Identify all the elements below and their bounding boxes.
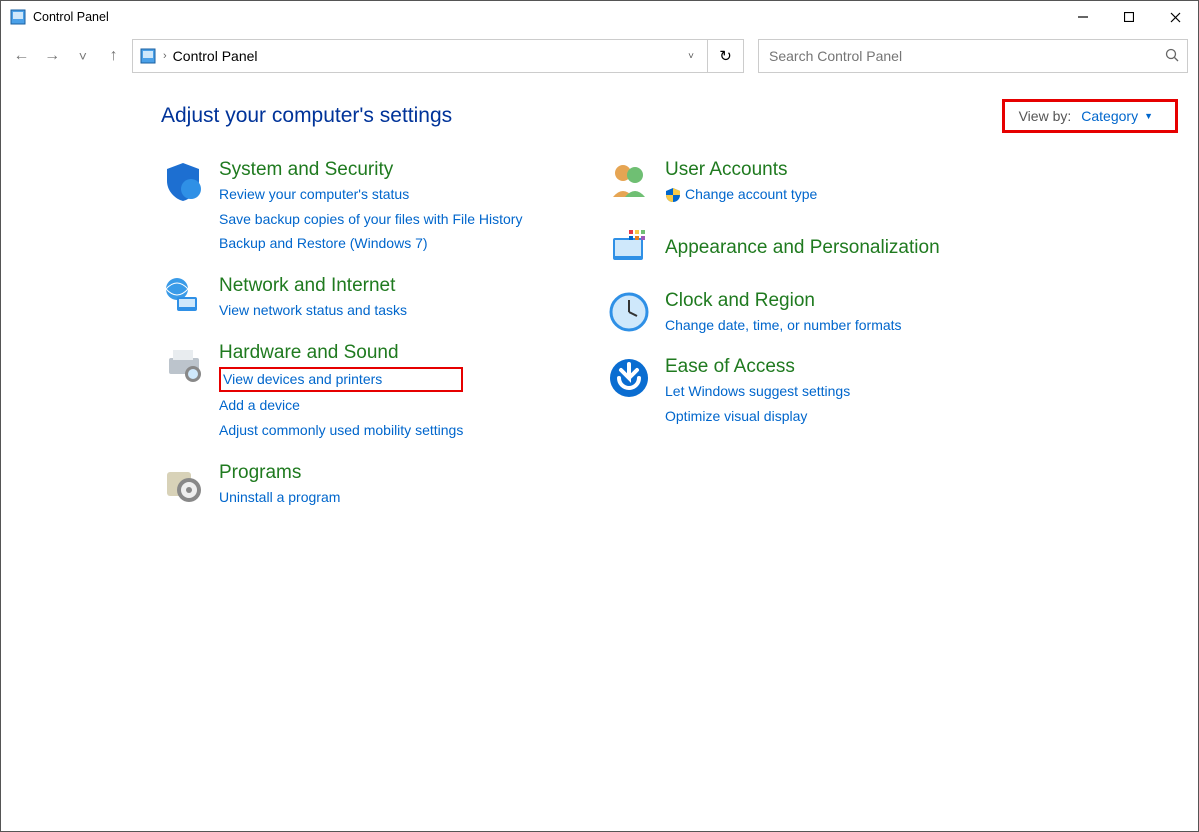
programs-icon xyxy=(161,462,205,506)
category-hardware-sound: Hardware and Sound View devices and prin… xyxy=(161,342,591,442)
control-panel-icon xyxy=(139,47,157,65)
chevron-down-icon: ▼ xyxy=(1144,111,1153,121)
task-link[interactable]: Adjust commonly used mobility settings xyxy=(219,420,463,442)
address-box[interactable]: › Control Panel ˅ xyxy=(132,39,708,73)
clock-icon xyxy=(607,290,651,334)
refresh-button[interactable]: ↻ xyxy=(708,39,744,73)
back-button[interactable]: ← xyxy=(9,42,34,70)
titlebar: Control Panel xyxy=(1,1,1198,33)
recent-dropdown-button[interactable]: ˅ xyxy=(71,42,96,70)
forward-button[interactable]: → xyxy=(40,42,65,70)
category-programs: Programs Uninstall a program xyxy=(161,462,591,509)
minimize-button[interactable] xyxy=(1060,1,1106,33)
task-link-devices-printers[interactable]: View devices and printers xyxy=(223,371,382,387)
task-link[interactable]: Optimize visual display xyxy=(665,406,850,428)
shield-icon xyxy=(161,159,205,203)
category-user-accounts: User Accounts Change account type xyxy=(607,159,1037,206)
category-link[interactable]: User Accounts xyxy=(665,159,817,181)
maximize-button[interactable] xyxy=(1106,1,1152,33)
category-link[interactable]: Ease of Access xyxy=(665,356,850,378)
close-button[interactable] xyxy=(1152,1,1198,33)
appearance-icon xyxy=(607,226,651,270)
category-link[interactable]: Network and Internet xyxy=(219,275,407,297)
category-clock-region: Clock and Region Change date, time, or n… xyxy=(607,290,1037,337)
category-link[interactable]: Programs xyxy=(219,462,340,484)
breadcrumb[interactable]: Control Panel xyxy=(173,48,671,64)
category-link[interactable]: Hardware and Sound xyxy=(219,342,463,364)
category-appearance: Appearance and Personalization xyxy=(607,226,1037,270)
task-link[interactable]: Uninstall a program xyxy=(219,487,340,509)
category-link[interactable]: System and Security xyxy=(219,159,522,181)
task-link[interactable]: Change date, time, or number formats xyxy=(665,315,902,337)
printer-icon xyxy=(161,342,205,386)
task-link[interactable]: Backup and Restore (Windows 7) xyxy=(219,233,522,255)
task-link[interactable]: Save backup copies of your files with Fi… xyxy=(219,209,522,231)
page-title: Adjust your computer's settings xyxy=(161,104,452,128)
globe-network-icon xyxy=(161,275,205,319)
address-dropdown-button[interactable]: ˅ xyxy=(677,51,705,62)
up-button[interactable]: ↑ xyxy=(101,42,126,70)
task-link[interactable]: Let Windows suggest settings xyxy=(665,381,850,403)
category-network-internet: Network and Internet View network status… xyxy=(161,275,591,322)
right-column: User Accounts Change account type Appear… xyxy=(607,159,1037,529)
address-bar: ← → ˅ ↑ › Control Panel ˅ ↻ xyxy=(1,37,1198,75)
task-link[interactable]: Add a device xyxy=(219,395,463,417)
search-icon xyxy=(1165,48,1179,65)
left-column: System and Security Review your computer… xyxy=(161,159,591,529)
view-by-value[interactable]: Category ▼ xyxy=(1081,108,1153,124)
category-link[interactable]: Appearance and Personalization xyxy=(665,237,940,259)
ease-of-access-icon xyxy=(607,356,651,400)
search-input[interactable] xyxy=(767,47,1165,65)
window-title: Control Panel xyxy=(33,10,1060,24)
category-link[interactable]: Clock and Region xyxy=(665,290,902,312)
control-panel-icon xyxy=(9,8,27,26)
breadcrumb-separator: › xyxy=(163,50,167,62)
task-link[interactable]: Review your computer's status xyxy=(219,184,522,206)
view-by-selector[interactable]: View by: Category ▼ xyxy=(1002,99,1178,133)
view-by-label: View by: xyxy=(1019,108,1072,124)
category-system-security: System and Security Review your computer… xyxy=(161,159,591,255)
search-box[interactable] xyxy=(758,39,1188,73)
uac-shield-icon xyxy=(665,187,681,203)
users-icon xyxy=(607,159,651,203)
task-link[interactable]: Change account type xyxy=(685,184,817,206)
task-link[interactable]: View network status and tasks xyxy=(219,300,407,322)
category-ease-of-access: Ease of Access Let Windows suggest setti… xyxy=(607,356,1037,427)
